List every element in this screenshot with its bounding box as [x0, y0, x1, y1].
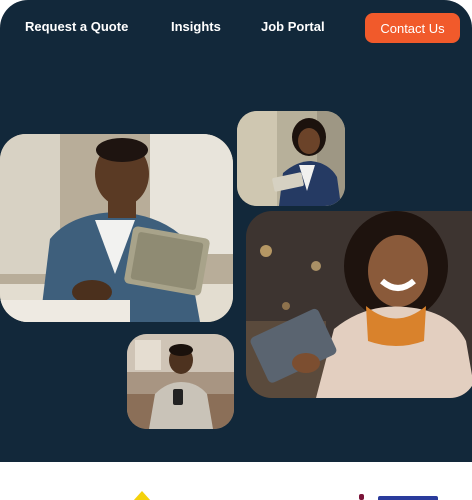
contact-us-button[interactable]: Contact Us: [365, 13, 460, 43]
partner-logo-blue-icon: [378, 496, 438, 500]
photo-man-with-phone: [127, 334, 234, 429]
partner-logo-maroon-icon: [359, 494, 364, 500]
partner-logos-strip: [0, 462, 472, 500]
nav-link-request-quote[interactable]: Request a Quote: [25, 19, 128, 34]
photo-businesswoman: [237, 111, 345, 206]
nav-link-insights[interactable]: Insights: [171, 19, 221, 34]
partner-logo-yellow-icon: [133, 491, 151, 500]
nav-link-job-portal[interactable]: Job Portal: [261, 19, 325, 34]
photo-woman-with-tablet: [246, 211, 472, 398]
top-navigation: Request a Quote Insights Job Portal Cont…: [0, 0, 472, 56]
hero-section: Request a Quote Insights Job Portal Cont…: [0, 0, 472, 462]
photo-man-with-tablet: [0, 134, 233, 322]
